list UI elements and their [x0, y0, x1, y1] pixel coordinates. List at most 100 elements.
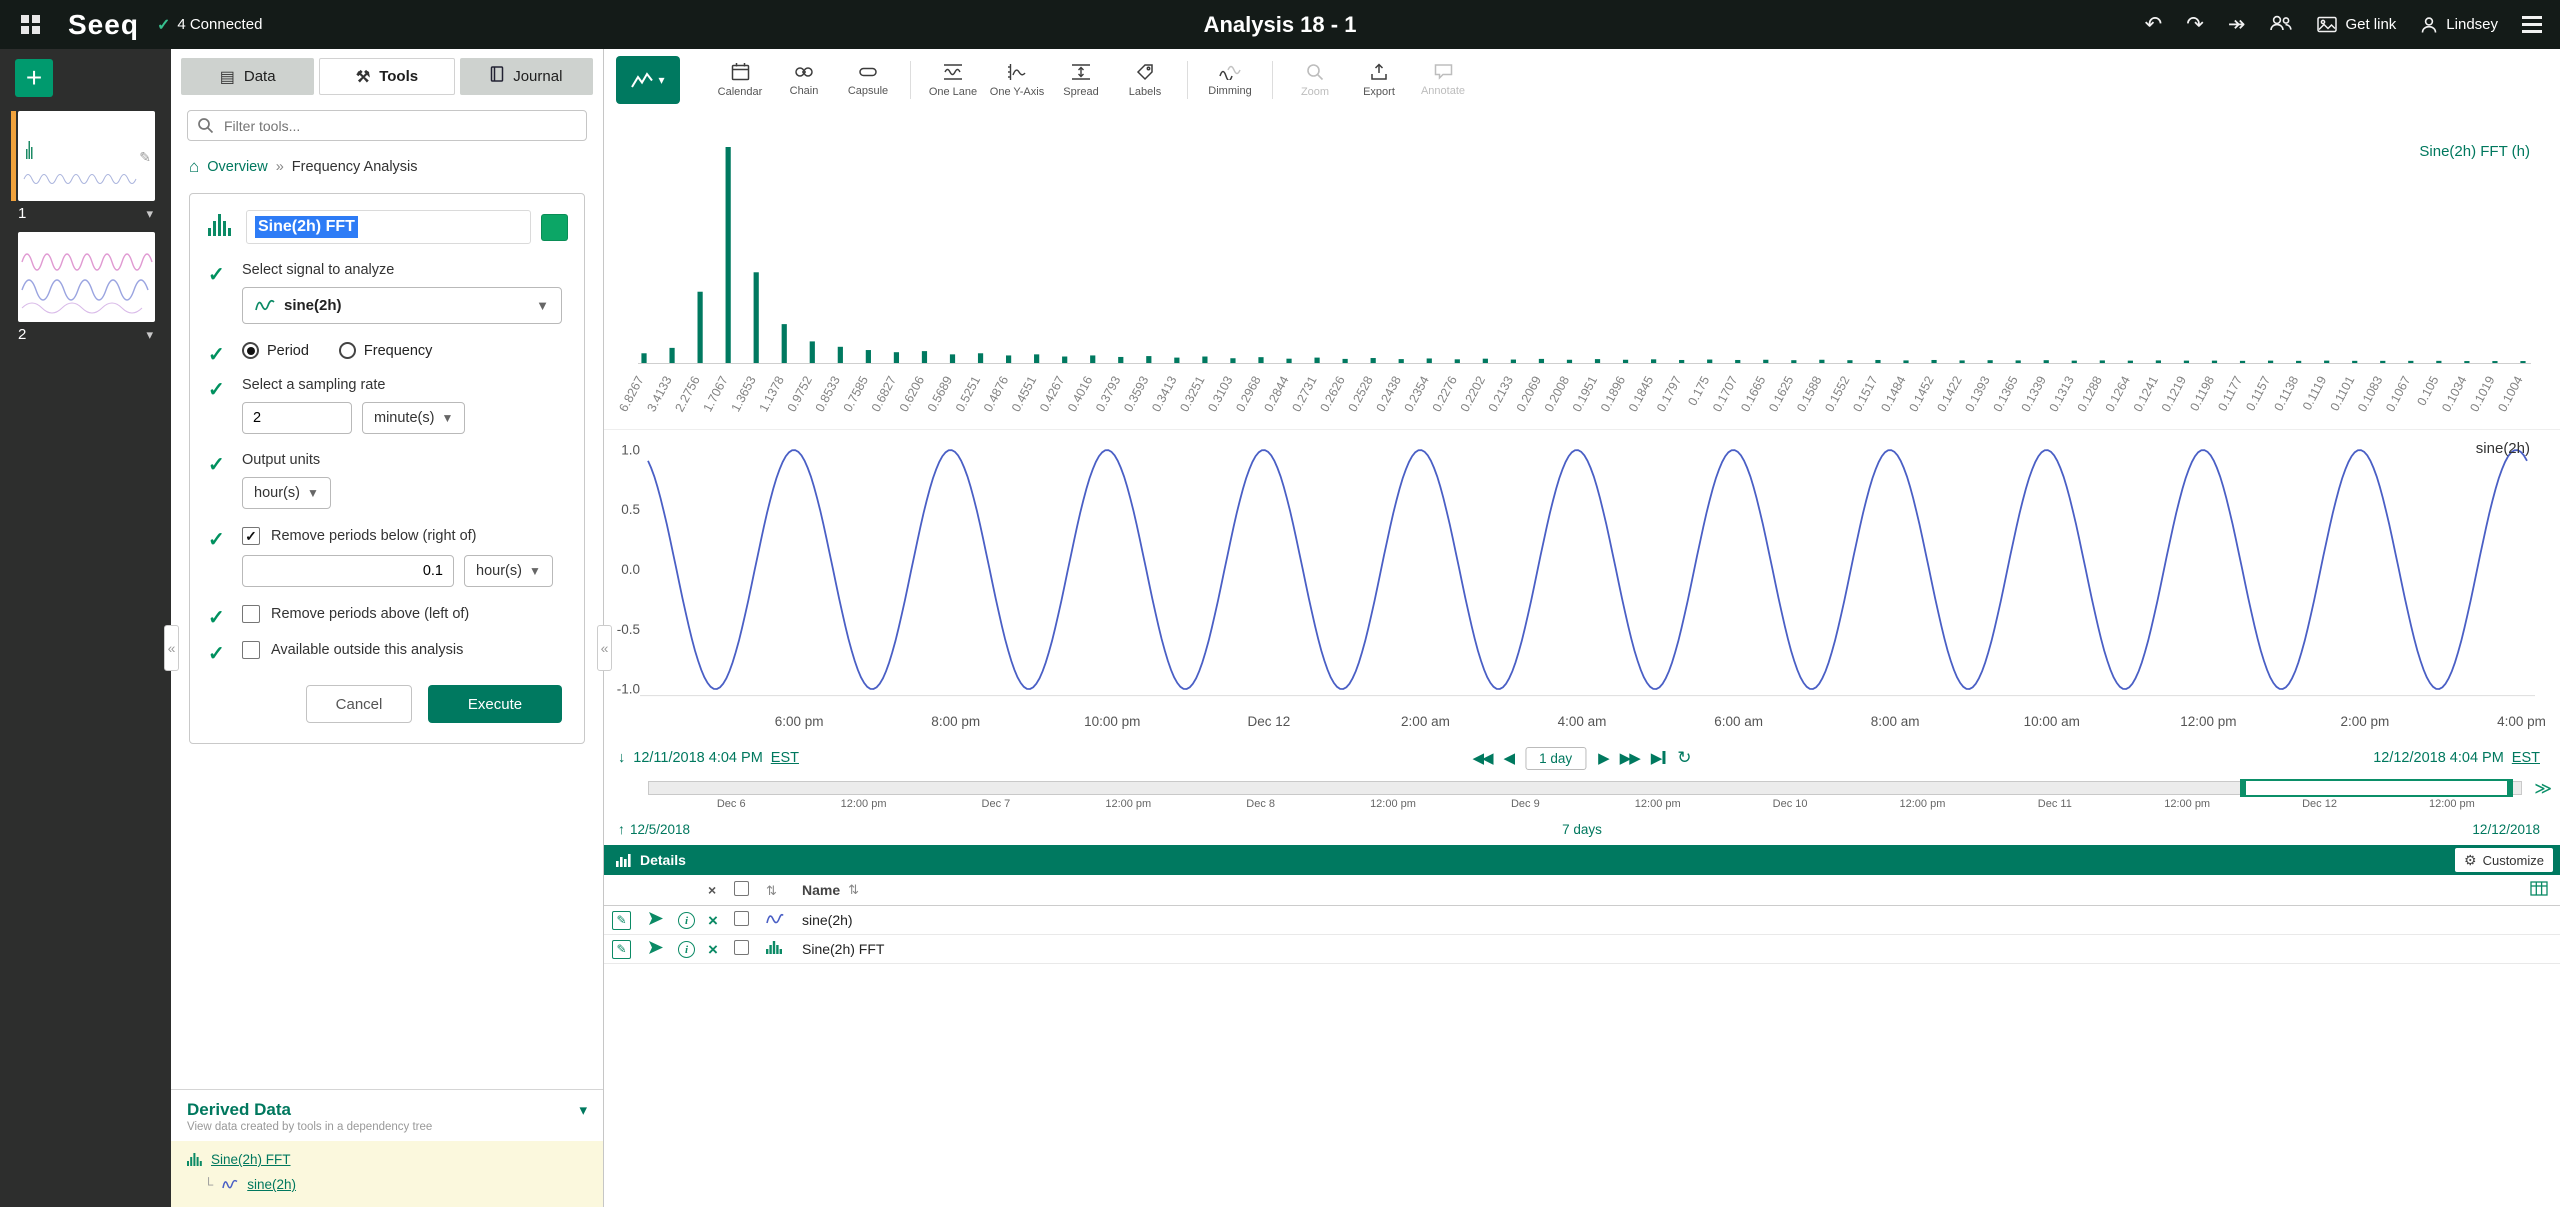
sampling-unit-select[interactable]: minute(s) ▼ — [362, 402, 465, 434]
sine-line-chart[interactable]: 1.00.50.0-0.5-1.06:00 pm8:00 pm10:00 pmD… — [604, 430, 2560, 741]
tool-name-input[interactable]: Sine(2h) FFT — [246, 210, 531, 244]
derived-item-sine-link[interactable]: sine(2h) — [247, 1177, 296, 1192]
users-icon[interactable] — [2269, 14, 2293, 36]
signal-select[interactable]: sine(2h) ▼ — [242, 287, 562, 324]
edit-item-icon[interactable]: ✎ — [612, 940, 631, 959]
duration-button[interactable]: 1 day — [1525, 747, 1586, 770]
step-to-end-icon[interactable]: ▶ — [1651, 749, 1666, 767]
step-back-icon[interactable]: ◀ — [1504, 749, 1514, 767]
range-start-value[interactable]: 12/11/2018 4:04 PM — [633, 750, 763, 766]
edit-worksheet-icon[interactable]: ✎ — [139, 149, 151, 166]
fisheye-toggle-icon[interactable]: ≫ — [2534, 779, 2552, 799]
item-name[interactable]: Sine(2h) FFT — [802, 941, 884, 957]
apps-grid-button[interactable] — [10, 5, 50, 45]
toolbar-labels-button[interactable]: Labels — [1113, 53, 1177, 107]
customize-button[interactable]: ⚙ Customize — [2455, 848, 2553, 872]
sort-type-icon[interactable]: ⇅ — [766, 883, 777, 898]
send-icon[interactable] — [648, 940, 664, 955]
send-icon[interactable] — [648, 911, 664, 926]
row-checkbox[interactable] — [734, 940, 749, 955]
toolbar-export-button[interactable]: Export — [1347, 53, 1411, 107]
refresh-icon[interactable]: ↻ — [1677, 748, 1691, 768]
worksheet-2-chevron-icon[interactable]: ▾ — [146, 327, 153, 343]
connection-status[interactable]: ✓ 4 Connected — [157, 15, 262, 35]
filter-tools-input[interactable] — [187, 110, 587, 141]
derived-item-fft[interactable]: Sine(2h) FFT — [187, 1147, 587, 1172]
radio-frequency-control[interactable] — [339, 342, 356, 359]
undo-icon[interactable]: ↶ — [2145, 14, 2163, 35]
derived-item-sine[interactable]: └ sine(2h) — [187, 1172, 587, 1197]
remove-below-unit-select[interactable]: hour(s) ▼ — [464, 555, 553, 587]
remove-below-checkbox[interactable] — [242, 527, 260, 545]
info-icon[interactable]: i — [678, 941, 695, 958]
name-column-header[interactable]: Name — [802, 882, 840, 898]
step-back-fast-icon[interactable]: ◀◀ — [1472, 749, 1491, 767]
remove-item-icon[interactable]: × — [708, 911, 718, 930]
row-checkbox[interactable] — [734, 911, 749, 926]
range-end-timezone[interactable]: EST — [2512, 750, 2540, 766]
range-start[interactable]: ↓ 12/11/2018 4:04 PM EST — [618, 750, 799, 766]
timeline-start-date[interactable]: 12/5/2018 — [630, 822, 690, 837]
worksheet-1-chevron-icon[interactable]: ▾ — [146, 206, 153, 222]
step-forward-fast-icon[interactable]: ▶▶ — [1620, 749, 1639, 767]
available-checkbox[interactable] — [242, 641, 260, 659]
remove-below-checkbox-row[interactable]: Remove periods below (right of) — [242, 527, 568, 545]
add-worksheet-button[interactable]: + — [15, 59, 53, 97]
home-icon[interactable]: ⌂ — [189, 157, 199, 177]
toolbar-one-lane-button[interactable]: One Lane — [921, 53, 985, 107]
collapse-worksheets-handle[interactable]: « — [164, 625, 179, 671]
radio-period[interactable]: Period — [242, 342, 309, 359]
edit-item-icon[interactable]: ✎ — [612, 911, 631, 930]
collapse-tools-handle[interactable]: « — [597, 625, 612, 671]
remove-above-checkbox[interactable] — [242, 605, 260, 623]
toolbar-one-y-axis-button[interactable]: One Y-Axis — [985, 53, 1049, 107]
execute-button[interactable]: Execute — [428, 685, 562, 723]
remove-item-icon[interactable]: × — [708, 940, 718, 959]
select-all-checkbox[interactable] — [734, 881, 749, 896]
get-link-button[interactable]: Get link — [2317, 16, 2396, 33]
table-row[interactable]: ✎ i × Sine(2h) FFT — [604, 935, 2560, 964]
toolbar-dimming-button[interactable]: Dimming — [1198, 53, 1262, 107]
sampling-rate-input[interactable] — [242, 402, 352, 434]
timeline-duration[interactable]: 7 days — [1562, 822, 1602, 837]
tab-journal[interactable]: Journal — [460, 58, 593, 95]
table-row[interactable]: ✎ i × sine(2h) — [604, 906, 2560, 935]
item-name[interactable]: sine(2h) — [802, 912, 853, 928]
trend-view-button[interactable]: ▾ — [616, 56, 680, 104]
timeline-track[interactable] — [648, 781, 2522, 795]
investigate-start[interactable]: ↑12/5/2018 — [618, 821, 690, 837]
info-icon[interactable]: i — [678, 912, 695, 929]
tab-data[interactable]: ▤ Data — [181, 58, 314, 95]
tab-tools[interactable]: ⚒ Tools — [319, 58, 454, 95]
range-end-value[interactable]: 12/12/2018 4:04 PM — [2373, 750, 2504, 766]
output-unit-select[interactable]: hour(s) ▼ — [242, 477, 331, 509]
remove-above-checkbox-row[interactable]: Remove periods above (left of) — [242, 605, 568, 623]
chevron-down-icon[interactable]: ▾ — [579, 1101, 587, 1119]
toolbar-capsule-button[interactable]: Capsule — [836, 53, 900, 107]
sine-series-label[interactable]: sine(2h) — [2476, 440, 2530, 457]
step-forward-icon[interactable]: ▶ — [1598, 749, 1608, 767]
toolbar-spread-button[interactable]: Spread — [1049, 53, 1113, 107]
timeline-end-date[interactable]: 12/12/2018 — [2472, 822, 2540, 837]
range-end[interactable]: 12/12/2018 4:04 PM EST — [2373, 750, 2540, 766]
worksheet-1-thumbnail[interactable]: ✎ — [18, 111, 155, 201]
range-start-timezone[interactable]: EST — [771, 750, 799, 766]
timeline-selection[interactable] — [2240, 779, 2513, 797]
cancel-button[interactable]: Cancel — [306, 685, 412, 723]
remove-all-icon[interactable]: × — [708, 882, 734, 898]
derived-data-header[interactable]: Derived Data ▾ — [171, 1100, 603, 1120]
remove-below-input[interactable] — [242, 555, 454, 587]
derived-item-fft-link[interactable]: Sine(2h) FFT — [211, 1152, 291, 1167]
available-checkbox-row[interactable]: Available outside this analysis — [242, 641, 568, 659]
user-menu[interactable]: Lindsey — [2420, 16, 2498, 34]
tool-color-swatch[interactable] — [541, 214, 568, 241]
fft-chart-lane[interactable]: 6.82673.41332.27561.70671.36531.13780.97… — [604, 111, 2560, 429]
radio-period-control[interactable] — [242, 342, 259, 359]
sort-name-icon[interactable]: ⇅ — [848, 882, 859, 898]
fft-series-label[interactable]: Sine(2h) FFT (h) — [2419, 143, 2530, 160]
redo-icon[interactable]: ↷ — [2186, 14, 2204, 35]
toolbar-calendar-button[interactable]: Calendar — [708, 53, 772, 107]
radio-frequency[interactable]: Frequency — [339, 342, 433, 359]
sine-chart-lane[interactable]: 1.00.50.0-0.5-1.06:00 pm8:00 pm10:00 pmD… — [604, 429, 2560, 741]
worksheet-2-thumbnail[interactable] — [18, 232, 155, 322]
